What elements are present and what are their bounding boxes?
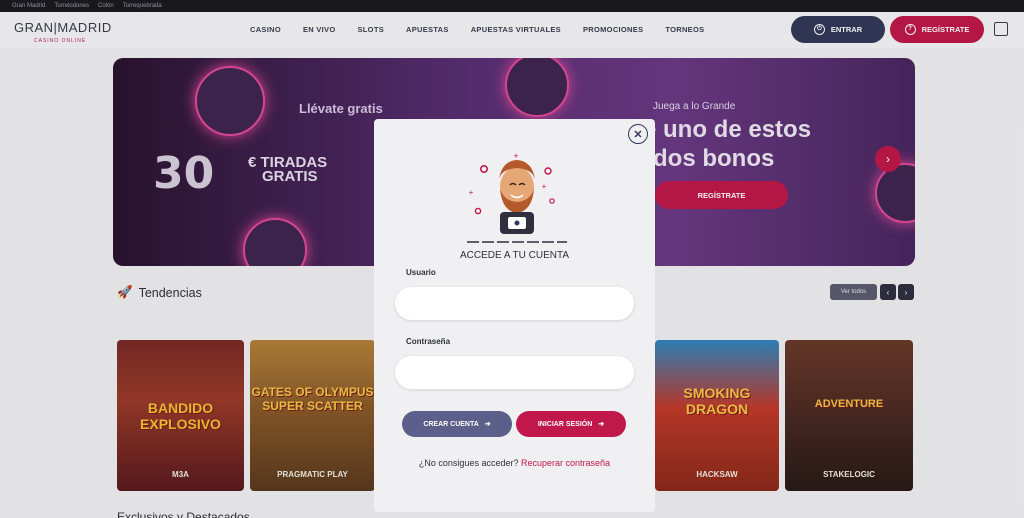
avatar-illustration-icon: + + + <box>467 151 567 243</box>
crear-cuenta-button[interactable]: CREAR CUENTA ➔ <box>402 411 512 437</box>
iniciar-sesion-button[interactable]: INICIAR SESIÓN ➔ <box>516 411 626 437</box>
modal-title: ACCEDE A TU CUENTA <box>459 250 570 261</box>
iniciar-sesion-label: INICIAR SESIÓN <box>537 420 593 428</box>
recover-row: ¿No consigues acceder? Recuperar contras… <box>374 458 655 468</box>
recover-text: ¿No consigues acceder? <box>418 458 519 468</box>
contrasena-label: Contraseña <box>406 337 451 346</box>
login-modal: ✕ + + + ACCEDE A TU CUENTA Usuario Contr… <box>374 119 655 512</box>
usuario-input[interactable] <box>395 287 634 320</box>
svg-text:+: + <box>513 151 518 161</box>
contrasena-input[interactable] <box>395 356 634 389</box>
usuario-label: Usuario <box>406 268 436 277</box>
arrow-right-icon: ➔ <box>484 421 491 428</box>
close-icon[interactable]: ✕ <box>628 124 648 144</box>
arrow-right-icon: ➔ <box>598 421 605 428</box>
svg-text:+: + <box>469 188 474 197</box>
crear-cuenta-label: CREAR CUENTA <box>423 420 479 428</box>
recuperar-contrasena-link[interactable]: Recuperar contraseña <box>521 458 610 468</box>
svg-text:+: + <box>542 182 547 191</box>
